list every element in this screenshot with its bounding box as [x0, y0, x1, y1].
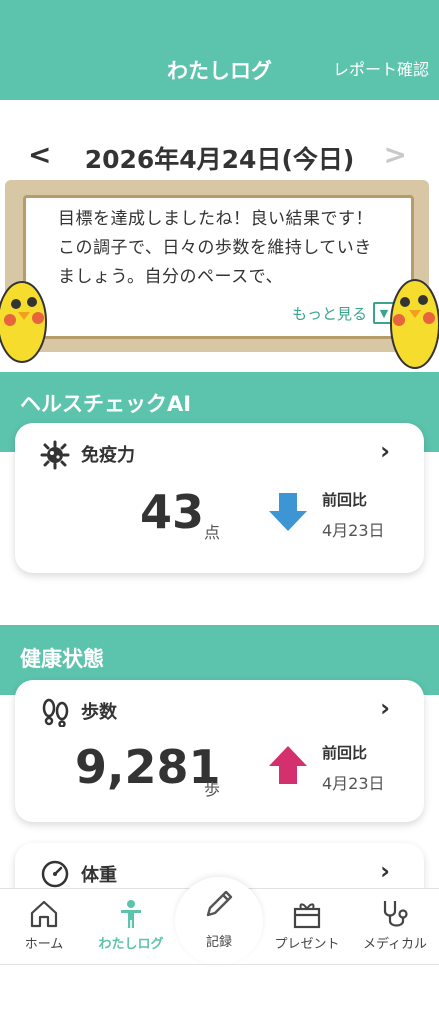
- next-day-button[interactable]: >: [384, 138, 407, 171]
- chevron-right-icon: ›: [380, 857, 390, 885]
- tab-present[interactable]: プレゼント: [263, 899, 351, 952]
- compare-date: 4月23日: [322, 774, 385, 793]
- trend-down-icon: [269, 493, 307, 531]
- chevron-right-icon: ›: [380, 437, 390, 465]
- tab-label: 記録: [205, 935, 232, 950]
- immunity-card[interactable]: 免疫力 › 43 点 前回比 4月23日: [15, 423, 424, 573]
- current-date: 2026年4月24日(今日): [84, 145, 355, 174]
- tab-medical[interactable]: メディカル: [351, 899, 439, 952]
- card-label: 免疫力: [81, 445, 135, 466]
- chevron-right-icon: ›: [380, 694, 390, 722]
- report-link[interactable]: レポート確認: [333, 56, 429, 80]
- message-card: 目標を達成しましたね！良い結果です！この調子で、日々の歩数を維持していきましょう…: [23, 195, 414, 339]
- divider: [0, 964, 439, 965]
- pencil-icon: [206, 890, 233, 917]
- person-icon: [121, 900, 141, 928]
- tab-label: ホーム: [24, 937, 64, 952]
- immunity-unit: 点: [204, 523, 221, 542]
- home-icon: [30, 900, 58, 928]
- tab-my-log[interactable]: わたしログ: [87, 899, 175, 952]
- steps-value: 9,281: [75, 740, 221, 794]
- message-text: 目標を達成しましたね！良い結果です！この調子で、日々の歩数を維持していきましょう…: [58, 209, 373, 287]
- stethoscope-icon: [383, 901, 408, 927]
- compare-label: 前回比: [322, 491, 368, 509]
- tab-label: メディカル: [362, 937, 428, 952]
- more-label: もっと見る: [291, 304, 367, 323]
- card-label: 歩数: [81, 702, 117, 723]
- mascot-left-icon: [0, 281, 47, 363]
- footprints-icon: [42, 698, 69, 727]
- steps-card[interactable]: 歩数 › 9,281 歩 前回比 4月23日: [15, 680, 424, 822]
- gauge-icon: [41, 860, 69, 888]
- record-button[interactable]: 記録: [175, 877, 263, 965]
- section-title: 健康状態: [20, 647, 104, 671]
- trend-up-icon: [269, 746, 307, 784]
- more-button[interactable]: もっと見る ▼: [292, 302, 395, 324]
- compare-date: 4月23日: [322, 521, 385, 540]
- gift-icon: [293, 903, 321, 929]
- section-title: ヘルスチェックAI: [20, 392, 192, 416]
- tab-label: わたしログ: [98, 937, 164, 952]
- mascot-right-icon: [390, 279, 439, 369]
- app-header: わたしログ レポート確認: [0, 0, 439, 100]
- tab-label: プレゼント: [274, 937, 340, 952]
- immunity-value: 43: [140, 485, 205, 539]
- compare-label: 前回比: [322, 744, 368, 762]
- steps-unit: 歩: [204, 780, 221, 799]
- card-label: 体重: [81, 865, 117, 886]
- message-board: 目標を達成しましたね！良い結果です！この調子で、日々の歩数を維持していきましょう…: [5, 180, 429, 352]
- date-navigator: < 2026年4月24日(今日) >: [0, 136, 439, 176]
- virus-icon: [40, 440, 70, 470]
- tab-home[interactable]: ホーム: [0, 899, 88, 952]
